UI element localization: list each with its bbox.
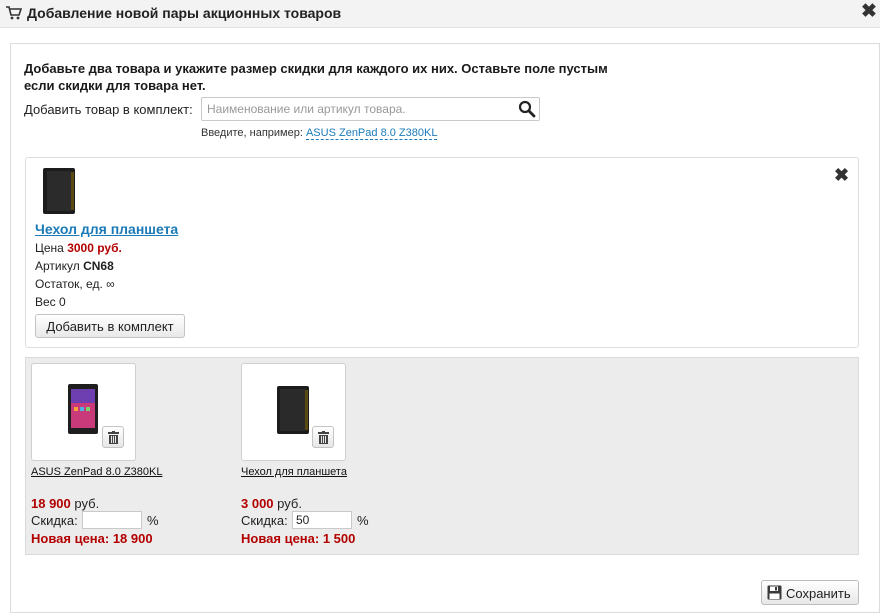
bundle-item: Чехол для планшета 3 000 руб. Скидка: % … — [236, 358, 436, 556]
discount-input[interactable] — [292, 511, 352, 529]
close-icon[interactable]: ✖ — [861, 2, 877, 21]
product-name-link[interactable]: Чехол для планшета — [35, 221, 178, 237]
bundle-item-new-price: Новая цена: 18 900 — [31, 531, 153, 546]
bundle-item-discount: Скидка: % — [31, 511, 159, 529]
product-stock-row: Остаток, ед. ∞ — [35, 277, 115, 291]
product-stock: ∞ — [106, 277, 115, 291]
save-button[interactable]: Сохранить — [761, 580, 859, 605]
cart-icon — [6, 6, 22, 20]
floppy-disk-icon — [767, 585, 782, 600]
bundle-item-price: 18 900 руб. — [31, 496, 100, 511]
instructions-text: Добавьте два товара и укажите размер ски… — [24, 61, 608, 93]
product-price: 3000 руб. — [67, 241, 122, 255]
product-sku-row: Артикул CN68 — [35, 259, 114, 273]
bundle-item-image — [241, 363, 346, 461]
add-product-label: Добавить товар в комплект: — [24, 102, 193, 117]
bundle-item-price: 3 000 руб. — [241, 496, 302, 511]
window-titlebar: Добавление новой пары акционных товаров … — [0, 0, 880, 28]
search-icon[interactable] — [518, 100, 536, 118]
selected-product-card: ✖ Чехол для планшета Цена 3000 руб. Арти… — [25, 157, 859, 348]
delete-item-button[interactable] — [312, 426, 334, 448]
bundle-item-new-price: Новая цена: 1 500 — [241, 531, 356, 546]
product-thumbnail — [43, 168, 75, 214]
discount-input[interactable] — [82, 511, 142, 529]
bundle-item-image — [31, 363, 136, 461]
bundle-item-name[interactable]: Чехол для планшета — [241, 466, 347, 478]
product-weight: 0 — [59, 295, 66, 309]
trash-icon — [108, 431, 119, 444]
product-sku: CN68 — [83, 259, 114, 273]
search-hint: Введите, например: ASUS ZenPad 8.0 Z380K… — [201, 127, 438, 140]
save-button-label: Сохранить — [786, 586, 851, 601]
hint-example-link[interactable]: ASUS ZenPad 8.0 Z380KL — [305, 127, 438, 140]
remove-product-icon[interactable]: ✖ — [834, 166, 849, 184]
delete-item-button[interactable] — [102, 426, 124, 448]
bundle-item-name[interactable]: ASUS ZenPad 8.0 Z380KL — [31, 466, 162, 478]
hint-prefix: Введите, например: — [201, 127, 303, 139]
product-search-input[interactable] — [202, 98, 512, 120]
product-weight-row: Вес 0 — [35, 295, 66, 309]
window-title: Добавление новой пары акционных товаров — [27, 5, 342, 21]
bundle-panel: ASUS ZenPad 8.0 Z380KL 18 900 руб. Скидк… — [25, 357, 859, 555]
bundle-item: ASUS ZenPad 8.0 Z380KL 18 900 руб. Скидк… — [26, 358, 226, 556]
bundle-item-discount: Скидка: % — [241, 511, 369, 529]
product-search-box — [201, 97, 540, 121]
product-price-row: Цена 3000 руб. — [35, 241, 122, 255]
add-to-bundle-button[interactable]: Добавить в комплект — [35, 314, 185, 338]
trash-icon — [318, 431, 329, 444]
